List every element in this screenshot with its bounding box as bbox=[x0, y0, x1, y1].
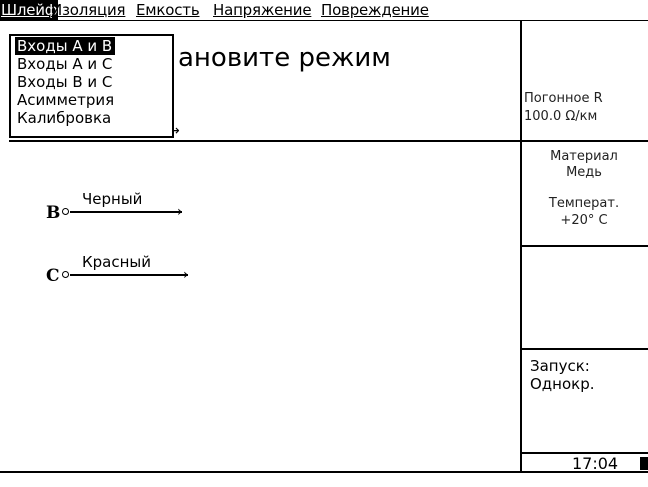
terminal-b-letter: B bbox=[46, 203, 61, 223]
start-value: Однокр. bbox=[530, 375, 595, 393]
terminal-b-wire-label: Черный bbox=[82, 190, 143, 208]
right-panel-divider-3 bbox=[520, 348, 648, 350]
menu-item-shleif[interactable]: Шлейф bbox=[0, 0, 59, 20]
dropdown-item-calibration[interactable]: Калибровка bbox=[17, 109, 111, 127]
device-screen: Шлейф Изоляция Емкость Напряжение Повреж… bbox=[0, 0, 648, 487]
dropdown-item-inputs-bc[interactable]: Входы В и С bbox=[17, 73, 112, 91]
dropdown-item-inputs-ac[interactable]: Входы А и С bbox=[17, 55, 112, 73]
line-resistance-value: 100.0 Ω/км bbox=[524, 109, 598, 124]
terminal-b-arrow-icon: › bbox=[177, 204, 183, 220]
right-panel-divider-1 bbox=[520, 140, 648, 142]
start-label: Запуск: bbox=[530, 357, 590, 375]
terminal-c-letter: C bbox=[46, 266, 60, 286]
terminal-b: B Черный › bbox=[46, 190, 196, 225]
dropdown-item-inputs-ab[interactable]: Входы А и В bbox=[15, 37, 116, 55]
menu-item-izolyatsiya[interactable]: Изоляция bbox=[51, 0, 126, 20]
temperature-value: +20° С bbox=[560, 213, 608, 228]
menu-item-napryazhenie[interactable]: Напряжение bbox=[213, 0, 312, 20]
terminal-b-connector-icon bbox=[62, 208, 69, 215]
menu-item-emkost[interactable]: Емкость bbox=[136, 0, 200, 20]
cursor-icon bbox=[640, 457, 648, 470]
terminal-c: C Красный › bbox=[46, 253, 206, 288]
terminal-c-connector-icon bbox=[62, 271, 69, 278]
status-bar-divider bbox=[0, 471, 648, 473]
right-panel-divider-2 bbox=[520, 245, 648, 247]
mode-dropdown[interactable]: Входы А и В Входы А и С Входы В и С Асим… bbox=[9, 34, 174, 138]
main-divider bbox=[9, 140, 520, 142]
terminal-c-arrow-icon: › bbox=[183, 267, 189, 283]
dropdown-item-asymmetry[interactable]: Асимметрия bbox=[17, 91, 114, 109]
temperature-label: Температ. bbox=[548, 196, 620, 211]
terminal-b-wire bbox=[70, 211, 182, 213]
menu-item-povrezhdenie[interactable]: Повреждение bbox=[321, 0, 429, 20]
terminal-c-wire-label: Красный bbox=[82, 253, 152, 271]
mode-title: ановите режим bbox=[178, 43, 391, 73]
menu-bar: Шлейф Изоляция Емкость Напряжение Повреж… bbox=[0, 0, 648, 21]
material-value: Медь bbox=[566, 165, 602, 180]
line-resistance-label: Погонное R bbox=[524, 91, 603, 106]
terminal-c-wire bbox=[70, 274, 188, 276]
clock: 17:04 bbox=[572, 454, 619, 473]
